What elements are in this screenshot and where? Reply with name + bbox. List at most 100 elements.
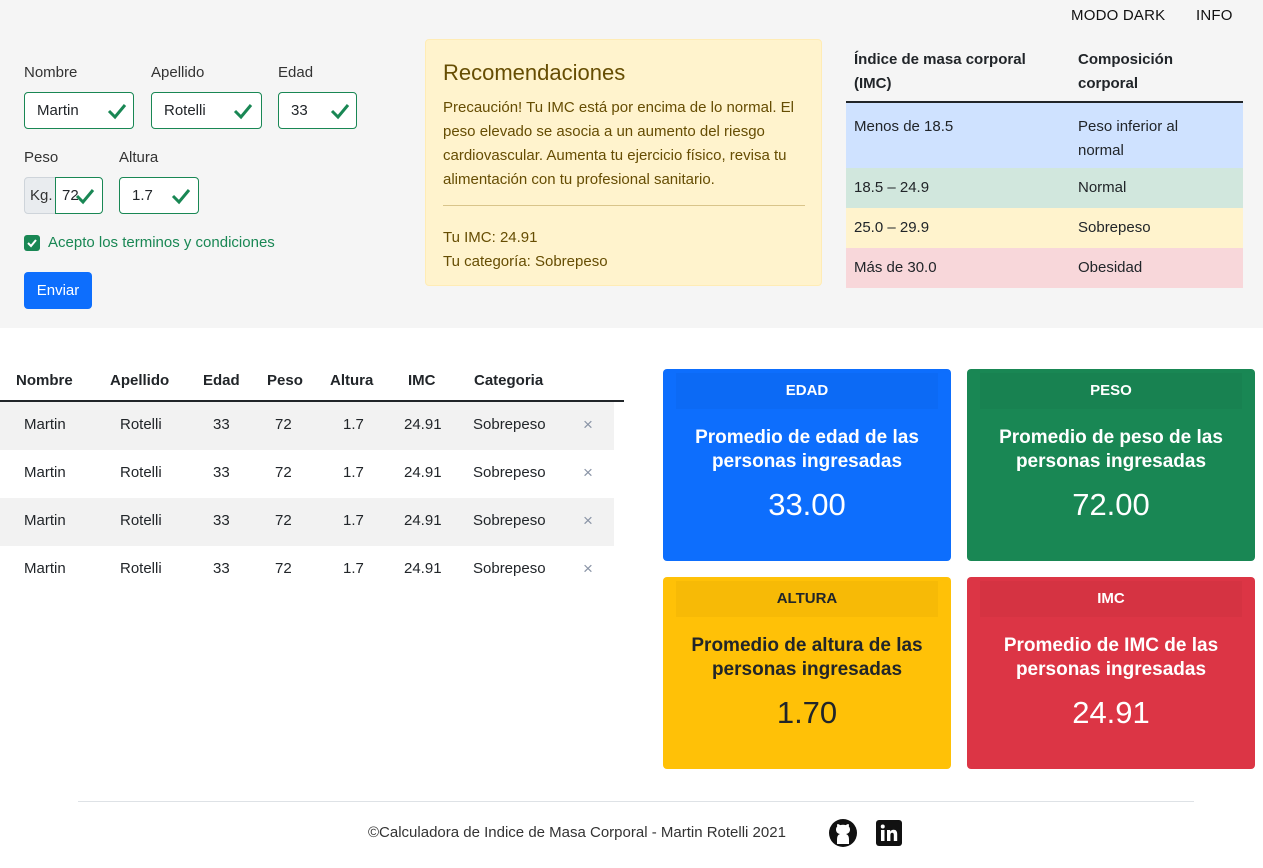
table-cell: 24.91 <box>404 464 442 481</box>
edad-card-header: EDAD <box>676 373 938 409</box>
peso-field[interactable]: 72 <box>55 177 103 214</box>
edad-stat-card: EDAD Promedio de edad de las personas in… <box>663 369 951 561</box>
table-row: Martin Rotelli 33 72 1.7 24.91 Sobrepeso × <box>0 546 614 594</box>
edad-field[interactable]: 33 <box>278 92 357 129</box>
table-cell: 24.91 <box>404 416 442 433</box>
table-cell: 33 <box>213 416 230 433</box>
checkmark-icon <box>27 239 37 248</box>
imc-result: Tu IMC: 24.91 <box>443 229 538 246</box>
nombre-value: Martin <box>37 102 79 119</box>
table-cell: 72 <box>275 560 292 577</box>
table-cell: Sobrepeso <box>473 560 546 577</box>
table-cell: 1.7 <box>343 560 364 577</box>
peso-label: Peso <box>24 149 59 166</box>
delete-row-icon[interactable]: × <box>583 511 593 531</box>
table-cell: Sobrepeso <box>473 512 546 529</box>
altura-field[interactable]: 1.7 <box>119 177 199 214</box>
imc-range: Menos de 18.5 <box>854 118 954 135</box>
imc-composition: Obesidad <box>1078 259 1143 276</box>
table-cell: Martin <box>24 416 66 433</box>
table-cell: 1.7 <box>343 464 364 481</box>
dark-mode-link[interactable]: MODO DARK <box>1071 7 1165 24</box>
apellido-field[interactable]: Rotelli <box>151 92 262 129</box>
table-cell: 72 <box>275 464 292 481</box>
edad-card-value: 33.00 <box>768 487 846 522</box>
table-cell: Rotelli <box>120 464 162 481</box>
linkedin-icon[interactable] <box>876 820 902 846</box>
result-block: Tu IMC: 24.91 Tu categoría: Sobrepeso <box>443 226 608 274</box>
peso-unit-prefix: Kg. <box>24 177 56 214</box>
column-header-peso: Peso <box>267 372 303 389</box>
column-header-imc: IMC <box>408 372 436 389</box>
table-cell: 33 <box>213 512 230 529</box>
table-cell: 72 <box>275 512 292 529</box>
imc-card-title: Promedio de IMC de las personas ingresad… <box>1003 635 1219 680</box>
recommendations-title: Recomendaciones <box>443 60 626 85</box>
table-cell: 33 <box>213 560 230 577</box>
table-cell: 72 <box>275 416 292 433</box>
altura-label: Altura <box>119 149 159 166</box>
table-cell: 24.91 <box>404 512 442 529</box>
imc-range: 18.5 – 24.9 <box>854 179 930 196</box>
imc-table-row: 25.0 – 29.9 Sobrepeso <box>846 208 1243 248</box>
valid-check-icon <box>171 189 191 205</box>
imc-column-header: Índice de masa corporal (IMC) <box>854 51 1026 92</box>
column-header-apellido: Apellido <box>110 372 170 389</box>
table-cell: Rotelli <box>120 512 162 529</box>
footer-divider <box>78 801 1194 802</box>
apellido-label: Apellido <box>151 64 205 81</box>
table-row: Martin Rotelli 33 72 1.7 24.91 Sobrepeso × <box>0 498 614 546</box>
edad-label: Edad <box>278 64 314 81</box>
terms-checkbox[interactable] <box>24 235 40 251</box>
info-link[interactable]: INFO <box>1196 7 1233 24</box>
imc-card-header: IMC <box>980 581 1242 617</box>
altura-card-header: ALTURA <box>676 581 938 617</box>
imc-table-header: Índice de masa corporal (IMC) Composició… <box>846 40 1243 103</box>
top-nav: MODO DARK INFO <box>0 0 1263 32</box>
people-table-header: Nombre Apellido Edad Peso Altura IMC Cat… <box>0 369 624 402</box>
table-row: Martin Rotelli 33 72 1.7 24.91 Sobrepeso × <box>0 450 614 498</box>
delete-row-icon[interactable]: × <box>583 463 593 483</box>
footer-text: ©Calculadora de Indice de Masa Corporal … <box>368 824 786 841</box>
github-icon[interactable] <box>828 818 858 848</box>
imc-range: Más de 30.0 <box>854 259 937 276</box>
peso-card-title: Promedio de peso de las personas ingresa… <box>999 427 1223 472</box>
valid-check-icon <box>75 189 95 205</box>
table-cell: Sobrepeso <box>473 464 546 481</box>
delete-row-icon[interactable]: × <box>583 415 593 435</box>
peso-card-header: PESO <box>980 373 1242 409</box>
people-table: Nombre Apellido Edad Peso Altura IMC Cat… <box>0 369 624 594</box>
column-header-nombre: Nombre <box>16 372 73 389</box>
recommendations-text: Precaución! Tu IMC está por encima de lo… <box>443 99 794 188</box>
altura-value: 1.7 <box>132 187 153 204</box>
imc-card-value: 24.91 <box>1072 695 1150 730</box>
imc-composition: Peso inferior al normal <box>1078 118 1179 159</box>
nombre-label: Nombre <box>24 64 78 81</box>
imc-stat-card: IMC Promedio de IMC de las personas ingr… <box>967 577 1255 769</box>
composition-column-header: Composición corporal <box>1078 51 1174 92</box>
valid-check-icon <box>330 104 350 120</box>
terms-label[interactable]: Acepto los terminos y condiciones <box>48 234 275 251</box>
peso-stat-card: PESO Promedio de peso de las personas in… <box>967 369 1255 561</box>
imc-reference-table: Índice de masa corporal (IMC) Composició… <box>846 40 1243 288</box>
category-result: Tu categoría: Sobrepeso <box>443 253 608 270</box>
nombre-field[interactable]: Martin <box>24 92 134 129</box>
table-cell: Rotelli <box>120 560 162 577</box>
table-cell: 24.91 <box>404 560 442 577</box>
table-row: Martin Rotelli 33 72 1.7 24.91 Sobrepeso × <box>0 402 614 450</box>
altura-card-value: 1.70 <box>776 695 838 730</box>
edad-card-title: Promedio de edad de las personas ingresa… <box>695 427 919 472</box>
imc-range: 25.0 – 29.9 <box>854 219 930 236</box>
imc-composition: Sobrepeso <box>1078 219 1151 236</box>
imc-table-row: Menos de 18.5 Peso inferior al normal <box>846 103 1243 168</box>
column-header-altura: Altura <box>330 372 374 389</box>
delete-row-icon[interactable]: × <box>583 559 593 579</box>
table-cell: Martin <box>24 512 66 529</box>
table-cell: Martin <box>24 464 66 481</box>
recommendations-card: Recomendaciones Precaución! Tu IMC está … <box>425 39 822 286</box>
altura-stat-card: ALTURA Promedio de altura de las persona… <box>663 577 951 769</box>
imc-table-row: 18.5 – 24.9 Normal <box>846 168 1243 208</box>
altura-card-title: Promedio de altura de las personas ingre… <box>691 635 923 680</box>
submit-button[interactable]: Enviar <box>24 272 92 309</box>
column-header-categoria: Categoria <box>474 372 544 389</box>
